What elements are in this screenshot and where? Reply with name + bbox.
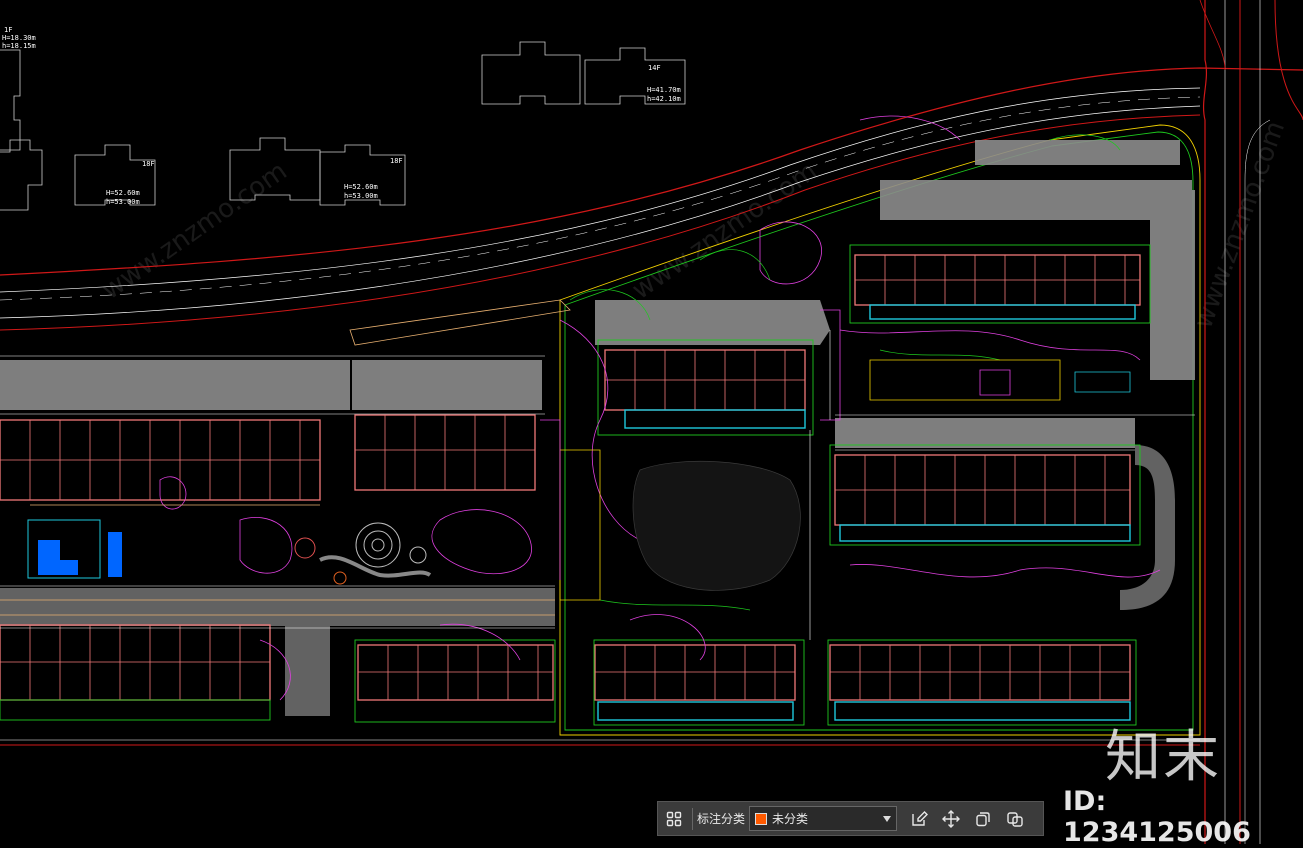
building-height-label: H=41.70m (647, 86, 681, 94)
chevron-down-icon (883, 815, 892, 822)
building-height-label: h=42.10m (647, 95, 681, 103)
building-floors-label: 1F (4, 26, 12, 34)
building-frames (0, 244, 1151, 726)
category-dropdown[interactable]: 未分类 (749, 806, 898, 831)
annotation-toolbar: 标注分类 未分类 (657, 801, 1044, 836)
swimming-pool (27, 519, 122, 579)
existing-buildings (0, 41, 686, 211)
category-color-swatch (755, 812, 768, 825)
paste-icon[interactable] (999, 802, 1031, 835)
building-height-labels: 1F H=18.30m h=18.15m 18F H=52.60m h=53.0… (2, 26, 681, 206)
category-label: 标注分类 (697, 812, 746, 826)
building-height-label: H=52.60m (106, 189, 140, 197)
move-icon[interactable] (935, 802, 967, 835)
building-height-label: h=53.00m (106, 198, 140, 206)
building-height-label: H=18.30m (2, 34, 36, 42)
edit-icon[interactable] (903, 802, 935, 835)
toolbar-divider (692, 807, 693, 830)
building-floors-label: 14F (648, 64, 661, 72)
building-height-label: h=18.15m (2, 42, 36, 50)
grid-icon[interactable] (658, 802, 690, 835)
building-floors-label: 18F (142, 160, 155, 168)
watermark-logo: 知末 (1105, 725, 1221, 790)
building-floors-label: 18F (390, 157, 403, 165)
central-plaza-feature (294, 522, 432, 585)
building-height-label: H=52.60m (344, 183, 378, 191)
copy-icon[interactable] (967, 802, 999, 835)
building-height-label: h=53.00m (344, 192, 378, 200)
watermark-id: ID: 1234125006 (1063, 786, 1251, 848)
category-dropdown-value: 未分类 (772, 812, 809, 826)
